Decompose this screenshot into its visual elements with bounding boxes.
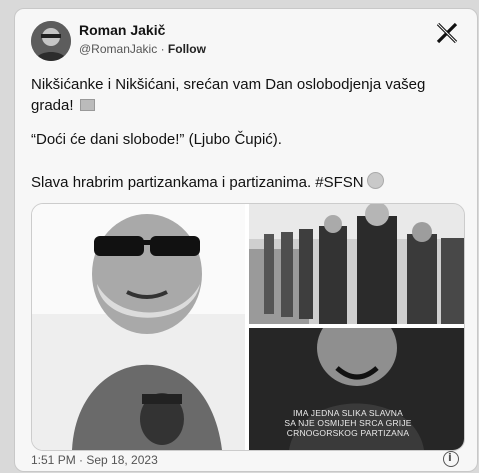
- caption-line: CRNOGORSKOG PARTIZANA: [286, 428, 410, 438]
- follow-button[interactable]: Follow: [168, 42, 206, 56]
- post-line-3: Slava hrabrim partizankama i partizanima…: [31, 174, 364, 191]
- media-grid: IMA JEDNA SLIKA SLAVNA SA NJE OSMIJEH SR…: [31, 203, 465, 451]
- author-handle-row: @RomanJakic · Follow: [79, 42, 206, 56]
- author-name[interactable]: Roman Jakič: [79, 22, 165, 38]
- portrait-caption: IMA JEDNA SLIKA SLAVNA SA NJE OSMIJEH SR…: [268, 408, 428, 438]
- raised-fist-emoji-icon: [366, 172, 384, 189]
- post-quote: “Doći će dani slobode!” (Ljubo Čupić).: [31, 131, 282, 148]
- post-line-3-wrap: Slava hrabrim partizankama i partizanima…: [31, 172, 384, 193]
- author-avatar[interactable]: [31, 21, 71, 61]
- tweet-card: Roman Jakič @RomanJakic · Follow Nikšića…: [14, 8, 478, 472]
- partisans-column-photo[interactable]: [249, 204, 464, 324]
- selfie-photo[interactable]: [32, 204, 245, 450]
- caption-line: SA NJE OSMIJEH SRCA GRIJE: [284, 418, 412, 428]
- flag-emoji-icon: [79, 99, 95, 111]
- x-logo-icon[interactable]: [435, 21, 459, 45]
- author-handle[interactable]: @RomanJakic: [79, 42, 157, 56]
- separator-dot: ·: [160, 42, 168, 56]
- post-timestamp[interactable]: 1:51 PM · Sep 18, 2023: [31, 453, 158, 467]
- post-text: Nikšićanke i Nikšićani, srećan vam Dan o…: [31, 74, 461, 116]
- caption-line: IMA JEDNA SLIKA SLAVNA: [292, 408, 404, 418]
- info-icon[interactable]: [443, 451, 459, 467]
